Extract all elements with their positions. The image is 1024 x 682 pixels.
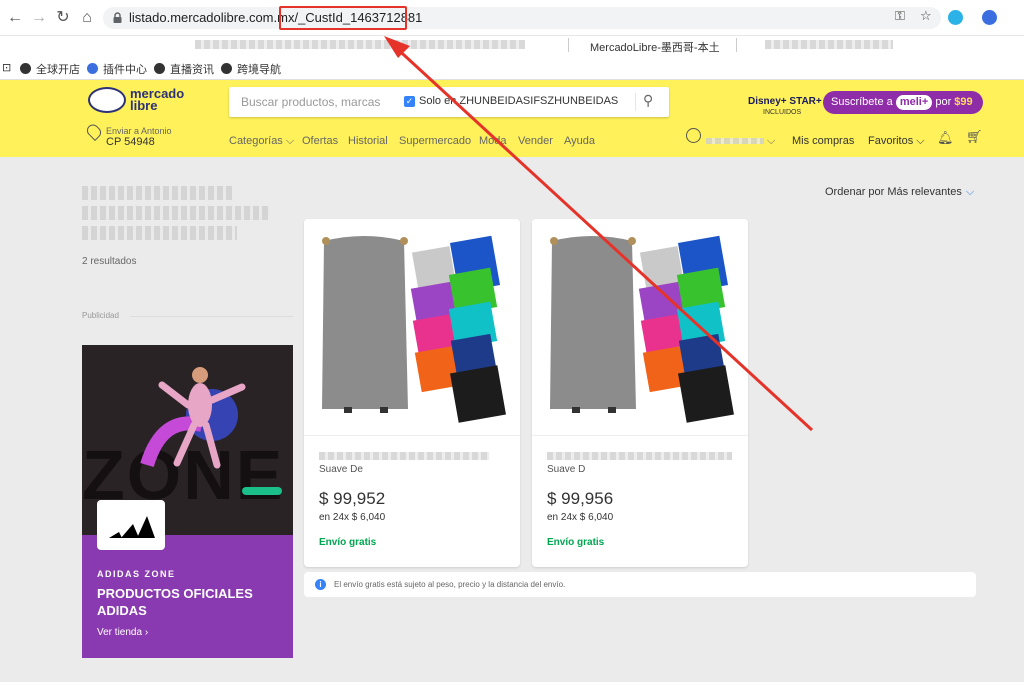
forward-icon[interactable]: → <box>30 9 48 27</box>
search-divider <box>635 93 636 111</box>
cart-icon[interactable]: 🛒︎ <box>966 129 983 145</box>
nav-mis-compras[interactable]: Mis compras <box>792 135 854 147</box>
disney-included-label: INCLUIDOS <box>763 109 802 116</box>
nav-vender[interactable]: Vender <box>518 135 553 147</box>
advertising-divider <box>130 316 293 317</box>
extension-icon[interactable] <box>948 10 963 25</box>
redacted-tab <box>195 40 525 49</box>
bookmarks-bar: ⊡ 全球开店 插件中心 直播资讯 跨境导航 <box>0 56 1024 80</box>
redacted-line <box>82 186 232 200</box>
tab-separator <box>736 38 737 52</box>
product-installments: en 24x $ 6,040 <box>547 512 614 523</box>
disney-star-logo[interactable]: Disney+ STAR+ <box>748 96 822 107</box>
redacted-product-title <box>547 452 732 460</box>
chevron-down-icon: ⌵ <box>965 186 975 198</box>
globe-icon <box>20 63 31 74</box>
sort-dropdown[interactable]: Ordenar por Más relevantes ⌵ <box>825 186 974 199</box>
bookmark-item[interactable]: 跨境导航 <box>221 61 281 77</box>
adidas-logo-icon <box>97 500 165 550</box>
redacted-product-title <box>319 452 489 460</box>
results-count: 2 resultados <box>82 256 137 267</box>
ad-view-store-link[interactable]: Ver tienda › <box>97 627 148 638</box>
redacted-username <box>706 138 764 144</box>
ad-title: PRODUCTOS OFICIALES ADIDAS <box>97 586 253 618</box>
search-title-redacted <box>82 186 272 240</box>
bookmark-item[interactable]: 全球开店 <box>20 61 80 77</box>
bookmark-item[interactable]: 插件中心 <box>87 61 147 77</box>
tab-title[interactable]: MercadoLibre-墨西哥-本土 <box>590 39 720 55</box>
store-filter-label: Solo en ZHUNBEIDASIFSZHUNBEIDASIFS... <box>419 95 619 107</box>
user-menu-caret[interactable]: ⌵ <box>767 135 775 148</box>
nav-supermercado[interactable]: Supermercado <box>399 135 471 147</box>
site-logo[interactable]: mercado libre <box>130 87 184 112</box>
free-shipping-badge: Envío gratis <box>319 537 377 548</box>
location-label[interactable]: Enviar a Antonio <box>106 126 172 136</box>
annotation-highlight-box <box>279 6 407 30</box>
nav-moda[interactable]: Moda <box>479 135 507 147</box>
key-icon[interactable]: ⚿ <box>895 8 905 24</box>
shipping-notice-text: El envío gratis está sujeto al peso, pre… <box>334 580 566 589</box>
card-divider <box>532 435 748 436</box>
search-bar: Buscar productos, marcas ✓ Solo en ZHUNB… <box>229 87 669 117</box>
lock-icon <box>113 12 122 23</box>
meli-plus-subscribe-button[interactable]: Suscríbete a meli+ por $99 <box>823 91 983 114</box>
extension-icon[interactable] <box>982 10 997 25</box>
product-price: $ 99,956 <box>547 489 614 508</box>
shipping-notice: i El envío gratis está sujeto al peso, p… <box>304 572 976 597</box>
product-title[interactable]: Suave De <box>319 464 363 475</box>
nav-categorias[interactable]: Categorías ⌵ <box>229 135 294 148</box>
store-filter-checkbox[interactable]: ✓ <box>404 96 415 107</box>
location-postal-code[interactable]: CP 54948 <box>106 136 155 148</box>
product-title[interactable]: Suave D <box>547 464 585 475</box>
bell-icon[interactable]: 🔔︎ <box>937 130 954 146</box>
globe-icon <box>154 63 165 74</box>
plugin-icon <box>87 63 98 74</box>
user-avatar-icon[interactable] <box>686 128 701 143</box>
product-image[interactable] <box>532 219 748 435</box>
product-card[interactable]: Suave De $ 99,952 en 24x $ 6,040 Envío g… <box>304 219 520 567</box>
nav-ofertas[interactable]: Ofertas <box>302 135 338 147</box>
apps-icon[interactable]: ⊡ <box>2 61 11 74</box>
redacted-line <box>82 206 270 220</box>
product-price: $ 99,952 <box>319 489 386 508</box>
advertising-label: Publicidad <box>82 311 119 320</box>
product-card[interactable]: Suave D $ 99,956 en 24x $ 6,040 Envío gr… <box>532 219 748 567</box>
free-shipping-badge: Envío gratis <box>547 537 605 548</box>
globe-icon <box>221 63 232 74</box>
nav-ayuda[interactable]: Ayuda <box>564 135 595 147</box>
home-icon[interactable]: ⌂ <box>78 9 96 27</box>
tab-strip: MercadoLibre-墨西哥-本土 <box>0 36 1024 56</box>
product-installments: en 24x $ 6,040 <box>319 512 386 523</box>
tab-separator <box>568 38 569 52</box>
redacted-tab <box>765 40 893 49</box>
redacted-line <box>82 226 237 240</box>
star-icon[interactable]: ☆ <box>920 8 932 24</box>
ad-eyebrow: ADIDAS ZONE <box>97 569 176 579</box>
browser-toolbar: ← → ↻ ⌂ listado.mercadolibre.com.mx/_Cus… <box>0 0 1024 36</box>
card-divider <box>304 435 520 436</box>
nav-historial[interactable]: Historial <box>348 135 388 147</box>
nav-favoritos[interactable]: Favoritos ⌵ <box>868 135 925 148</box>
adidas-ad-banner[interactable]: ZONE ADIDAS ZONE PRODUCTOS OFICIALES ADI… <box>82 345 293 658</box>
address-bar[interactable]: listado.mercadolibre.com.mx/_CustId_1463… <box>103 7 941 29</box>
handshake-logo-icon[interactable] <box>88 87 126 113</box>
product-image[interactable] <box>304 219 520 435</box>
back-icon[interactable]: ← <box>6 9 24 27</box>
search-icon[interactable]: ⚲ <box>643 92 653 109</box>
search-input[interactable]: Buscar productos, marcas <box>241 95 380 109</box>
reload-icon[interactable]: ↻ <box>54 9 72 27</box>
info-icon: i <box>315 579 326 590</box>
bookmark-item[interactable]: 直播资讯 <box>154 61 214 77</box>
